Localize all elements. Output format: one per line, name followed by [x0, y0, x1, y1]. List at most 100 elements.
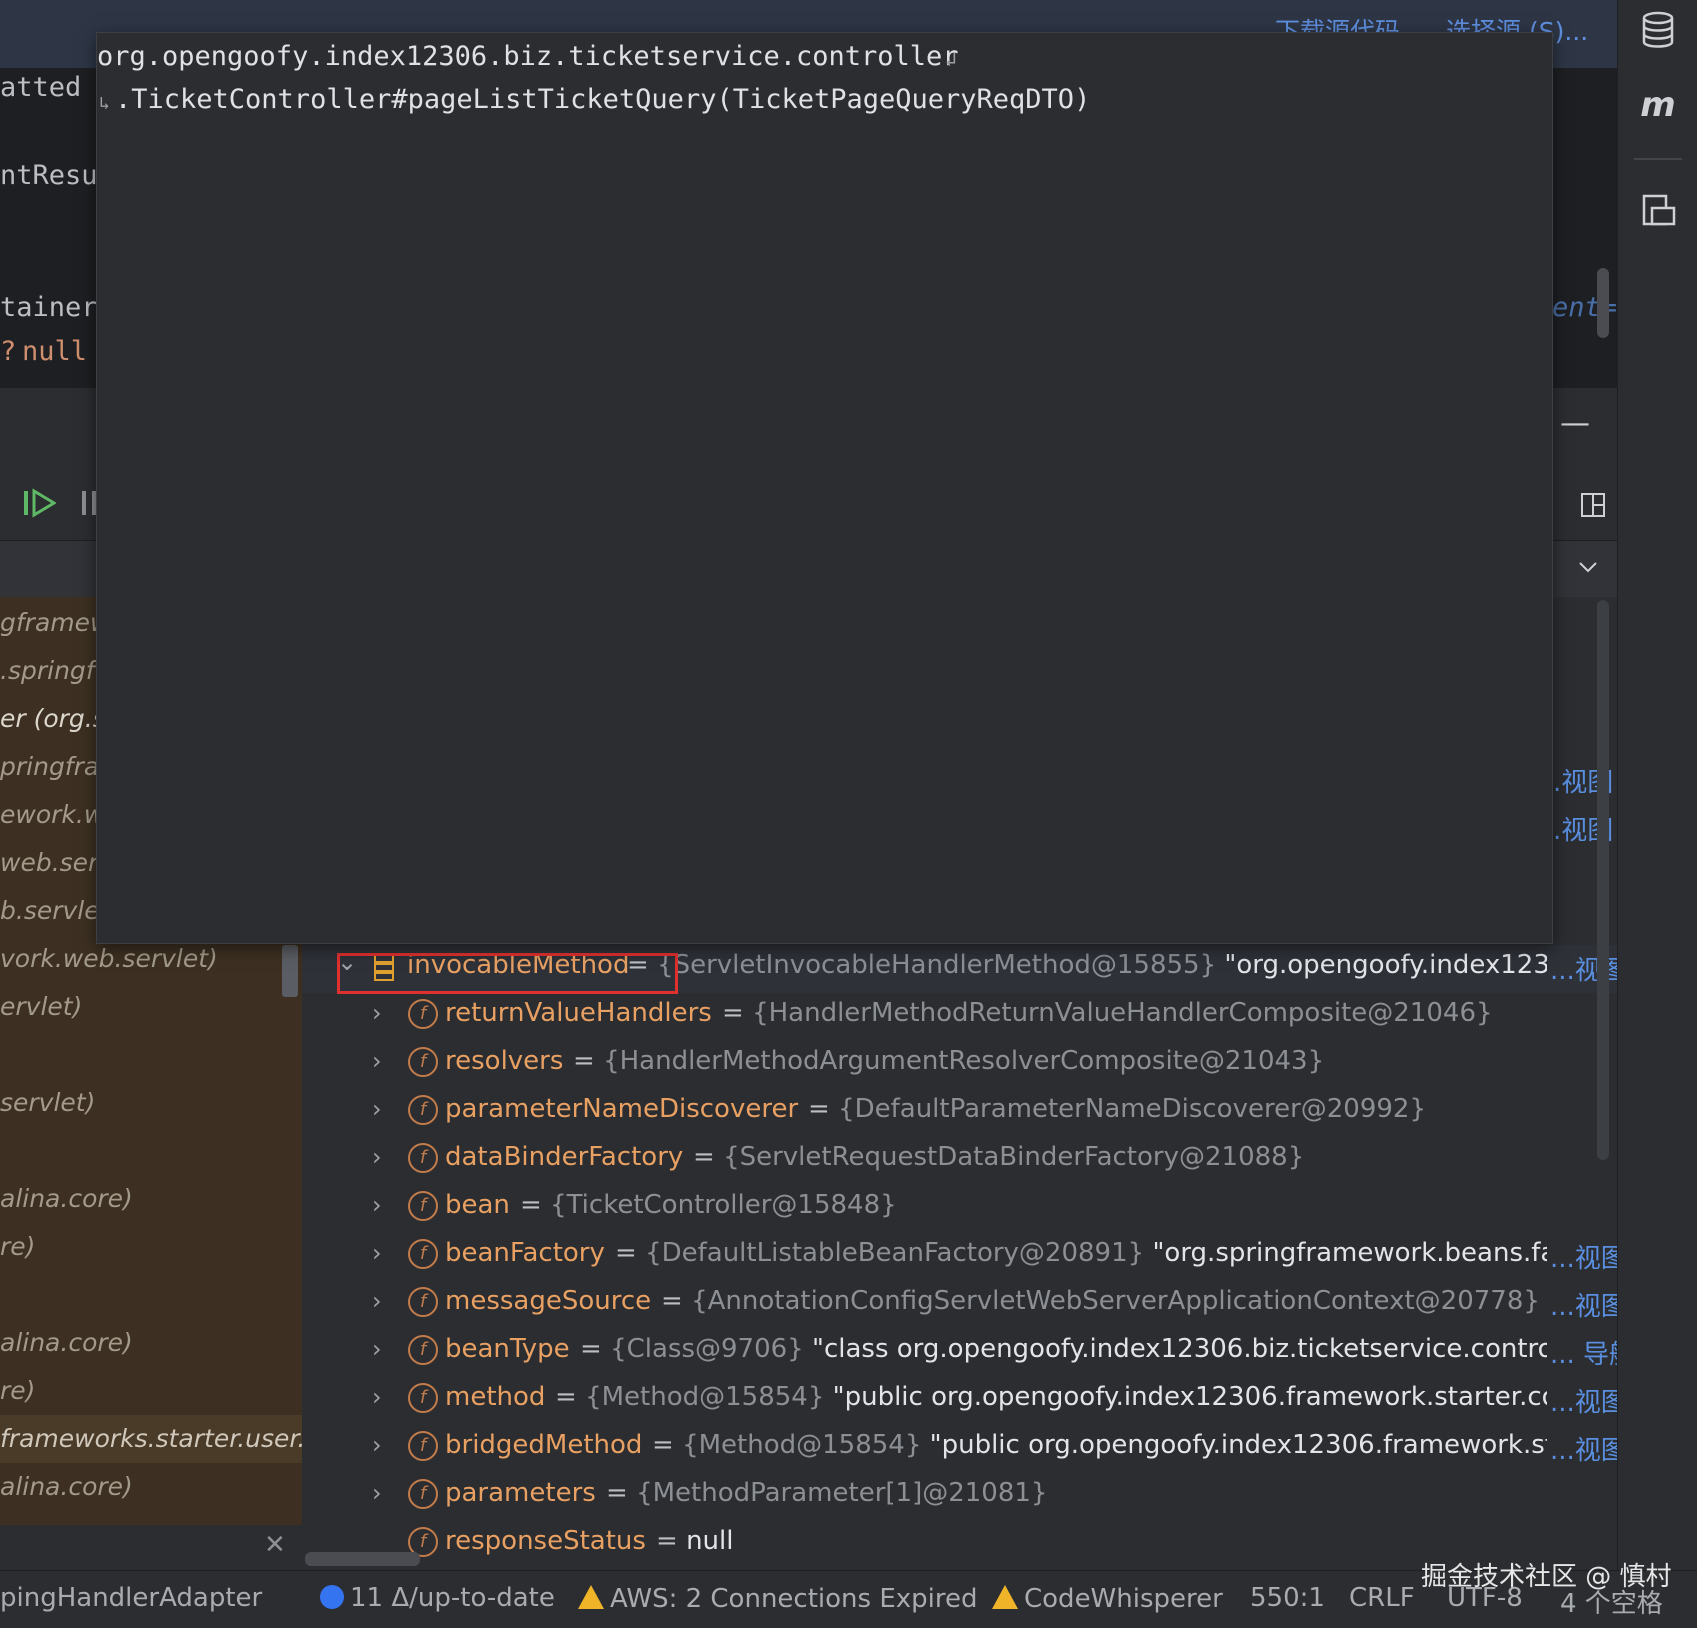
variable-value: = {Method@15854} "public org.opengoofy.i…: [555, 1382, 1547, 1412]
caret-position[interactable]: 550:1: [1250, 1583, 1325, 1613]
resume-icon[interactable]: [22, 488, 56, 518]
variable-value: = {DefaultParameterNameDiscoverer@20992}: [808, 1094, 1427, 1124]
variable-name: messageSource: [445, 1286, 652, 1316]
frame-item[interactable]: b.servle: [0, 896, 100, 925]
variable-type: {HandlerMethodReturnValueHandlerComposit…: [752, 998, 1493, 1028]
frame-item[interactable]: er (org.s: [0, 704, 106, 733]
chevron-right-icon[interactable]: ›: [372, 1287, 382, 1315]
variable-name: returnValueHandlers: [445, 998, 712, 1028]
variable-string: "public org.opengoofy.index12306.framewo…: [929, 1430, 1547, 1460]
variable-value: = {Class@9706} "class org.opengoofy.inde…: [580, 1334, 1547, 1364]
wrap-icon: ↲: [945, 47, 958, 71]
view-link[interactable]: ... 导航: [1550, 1334, 1635, 1371]
database-icon[interactable]: [1638, 10, 1678, 50]
frame-item[interactable]: pringfrar: [0, 752, 110, 781]
frame-item[interactable]: re): [0, 1376, 35, 1405]
status-breadcrumb[interactable]: pingHandlerAdapter: [0, 1583, 262, 1613]
frame-item[interactable]: servlet): [0, 1088, 95, 1117]
frame-item[interactable]: ework.w: [0, 800, 104, 829]
chevron-right-icon[interactable]: ›: [372, 1239, 382, 1267]
variable-string: "org.opengoofy.index12306.b: [1224, 950, 1547, 980]
close-icon[interactable]: ✕: [264, 1530, 286, 1560]
codewhisperer-status[interactable]: CodeWhisperer: [992, 1583, 1223, 1614]
maven-icon[interactable]: m: [1638, 85, 1678, 125]
popup-line: .TicketController#pageListTicketQuery(Ti…: [115, 84, 1091, 115]
chevron-right-icon[interactable]: ›: [372, 1479, 382, 1507]
variable-name: parameters: [445, 1478, 596, 1508]
variable-value: = {MethodParameter[1]@21081}: [606, 1478, 1048, 1508]
line-separator[interactable]: CRLF: [1349, 1583, 1415, 1613]
variable-name: beanType: [445, 1334, 570, 1364]
chevron-right-icon[interactable]: ›: [372, 1143, 382, 1171]
variable-row[interactable]: › f beanFactory = {DefaultListableBeanFacto…: [302, 1233, 1627, 1281]
variable-value: = {ServletInvocableHandlerMethod@15855} …: [627, 950, 1547, 980]
variable-name: bean: [445, 1190, 510, 1220]
variable-name: beanFactory: [445, 1238, 605, 1268]
highlight-box: [337, 953, 678, 994]
view-link[interactable]: ...视图: [1550, 1430, 1627, 1467]
variable-row[interactable]: › f parameters = {MethodParameter[1]@21081}: [302, 1473, 1617, 1521]
view-link[interactable]: ...视图: [1550, 1382, 1627, 1419]
variable-row[interactable]: › f resolvers = {HandlerMethodArgumentResol…: [302, 1041, 1617, 1089]
variable-value: = {HandlerMethodReturnValueHandlerCompos…: [722, 998, 1493, 1028]
codewhisperer-label: CodeWhisperer: [1024, 1584, 1223, 1614]
field-icon: f: [408, 1431, 438, 1461]
frame-item[interactable]: frameworks.starter.user.: [0, 1424, 305, 1453]
variable-row[interactable]: f responseStatus = null: [302, 1521, 1617, 1569]
horizontal-scrollbar[interactable]: [305, 1552, 420, 1566]
frame-item[interactable]: gframew: [0, 608, 110, 637]
variable-row[interactable]: › f returnValueHandlers = {HandlerMethodRet…: [302, 993, 1617, 1041]
chevron-right-icon[interactable]: ›: [372, 999, 382, 1027]
chevron-right-icon[interactable]: ›: [372, 1191, 382, 1219]
chevron-down-icon[interactable]: [1576, 557, 1600, 577]
frames-scrollbar[interactable]: [282, 945, 298, 997]
variable-type: {Class@9706}: [610, 1334, 804, 1364]
vcs-status[interactable]: 11 Δ/up-to-date: [320, 1583, 555, 1613]
variable-string: "org.springframework.beans.factory: [1152, 1238, 1547, 1268]
field-icon: f: [408, 1383, 438, 1413]
divider: [1634, 158, 1682, 160]
quick-doc-popup: org.opengoofy.index12306.biz.ticketservi…: [96, 32, 1553, 944]
variable-string: "class org.opengoofy.index12306.biz.tick…: [811, 1334, 1547, 1364]
view-link[interactable]: ...视图: [1550, 1238, 1627, 1275]
wrap-continue-icon: ↳: [99, 93, 110, 114]
frame-item[interactable]: .springf: [0, 656, 95, 685]
field-icon: f: [408, 1143, 438, 1173]
chevron-right-icon[interactable]: ›: [372, 1335, 382, 1363]
variable-row[interactable]: › f bridgedMethod = {Method@15854} "public …: [302, 1425, 1627, 1473]
variable-name: bridgedMethod: [445, 1430, 643, 1460]
popup-line: org.opengoofy.index12306.biz.ticketservi…: [97, 41, 959, 72]
variable-type: {HandlerMethodArgumentResolverComposite@…: [603, 1046, 1325, 1076]
vcs-label: 11 Δ/up-to-date: [350, 1583, 555, 1613]
chevron-right-icon[interactable]: ›: [372, 1431, 382, 1459]
chevron-right-icon[interactable]: ›: [372, 1047, 382, 1075]
view-link[interactable]: ...视图: [1550, 1286, 1627, 1323]
variable-row[interactable]: › f messageSource = {AnnotationConfigServle…: [302, 1281, 1627, 1329]
minimize-icon[interactable]: —: [1560, 406, 1590, 441]
frame-item[interactable]: alina.core): [0, 1184, 133, 1213]
variable-type: {ServletRequestDataBinderFactory@21088}: [723, 1142, 1305, 1172]
variable-row[interactable]: › f method = {Method@15854} "public org.ope…: [302, 1377, 1627, 1425]
frame-item[interactable]: vork.web.servlet): [0, 944, 218, 973]
variable-value: = null: [656, 1526, 734, 1556]
layout-icon[interactable]: [1580, 492, 1606, 518]
frame-item[interactable]: alina.core): [0, 1472, 133, 1501]
frame-item[interactable]: alina.core): [0, 1328, 133, 1357]
variable-row[interactable]: › f dataBinderFactory = {ServletRequestData…: [302, 1137, 1617, 1185]
variable-row[interactable]: › f bean = {TicketController@15848}: [302, 1185, 1617, 1233]
variable-string: null: [686, 1526, 734, 1556]
field-icon: f: [408, 1287, 438, 1317]
aws-status[interactable]: AWS: 2 Connections Expired: [578, 1583, 978, 1614]
field-icon: f: [408, 999, 438, 1029]
code-fragment: ?: [0, 336, 17, 367]
variable-row[interactable]: › f parameterNameDiscoverer = {DefaultParam…: [302, 1089, 1617, 1137]
clipboard-icon[interactable]: [1638, 190, 1678, 230]
variables-scrollbar[interactable]: [1597, 600, 1609, 1160]
frame-item[interactable]: re): [0, 1232, 35, 1261]
chevron-right-icon[interactable]: ›: [372, 1383, 382, 1411]
chevron-right-icon[interactable]: ›: [372, 1095, 382, 1123]
frame-item[interactable]: ervlet): [0, 992, 82, 1021]
variable-row[interactable]: › f beanType = {Class@9706} "class org.open…: [302, 1329, 1635, 1377]
editor-scrollbar[interactable]: [1597, 268, 1609, 338]
warning-icon: [578, 1585, 604, 1609]
